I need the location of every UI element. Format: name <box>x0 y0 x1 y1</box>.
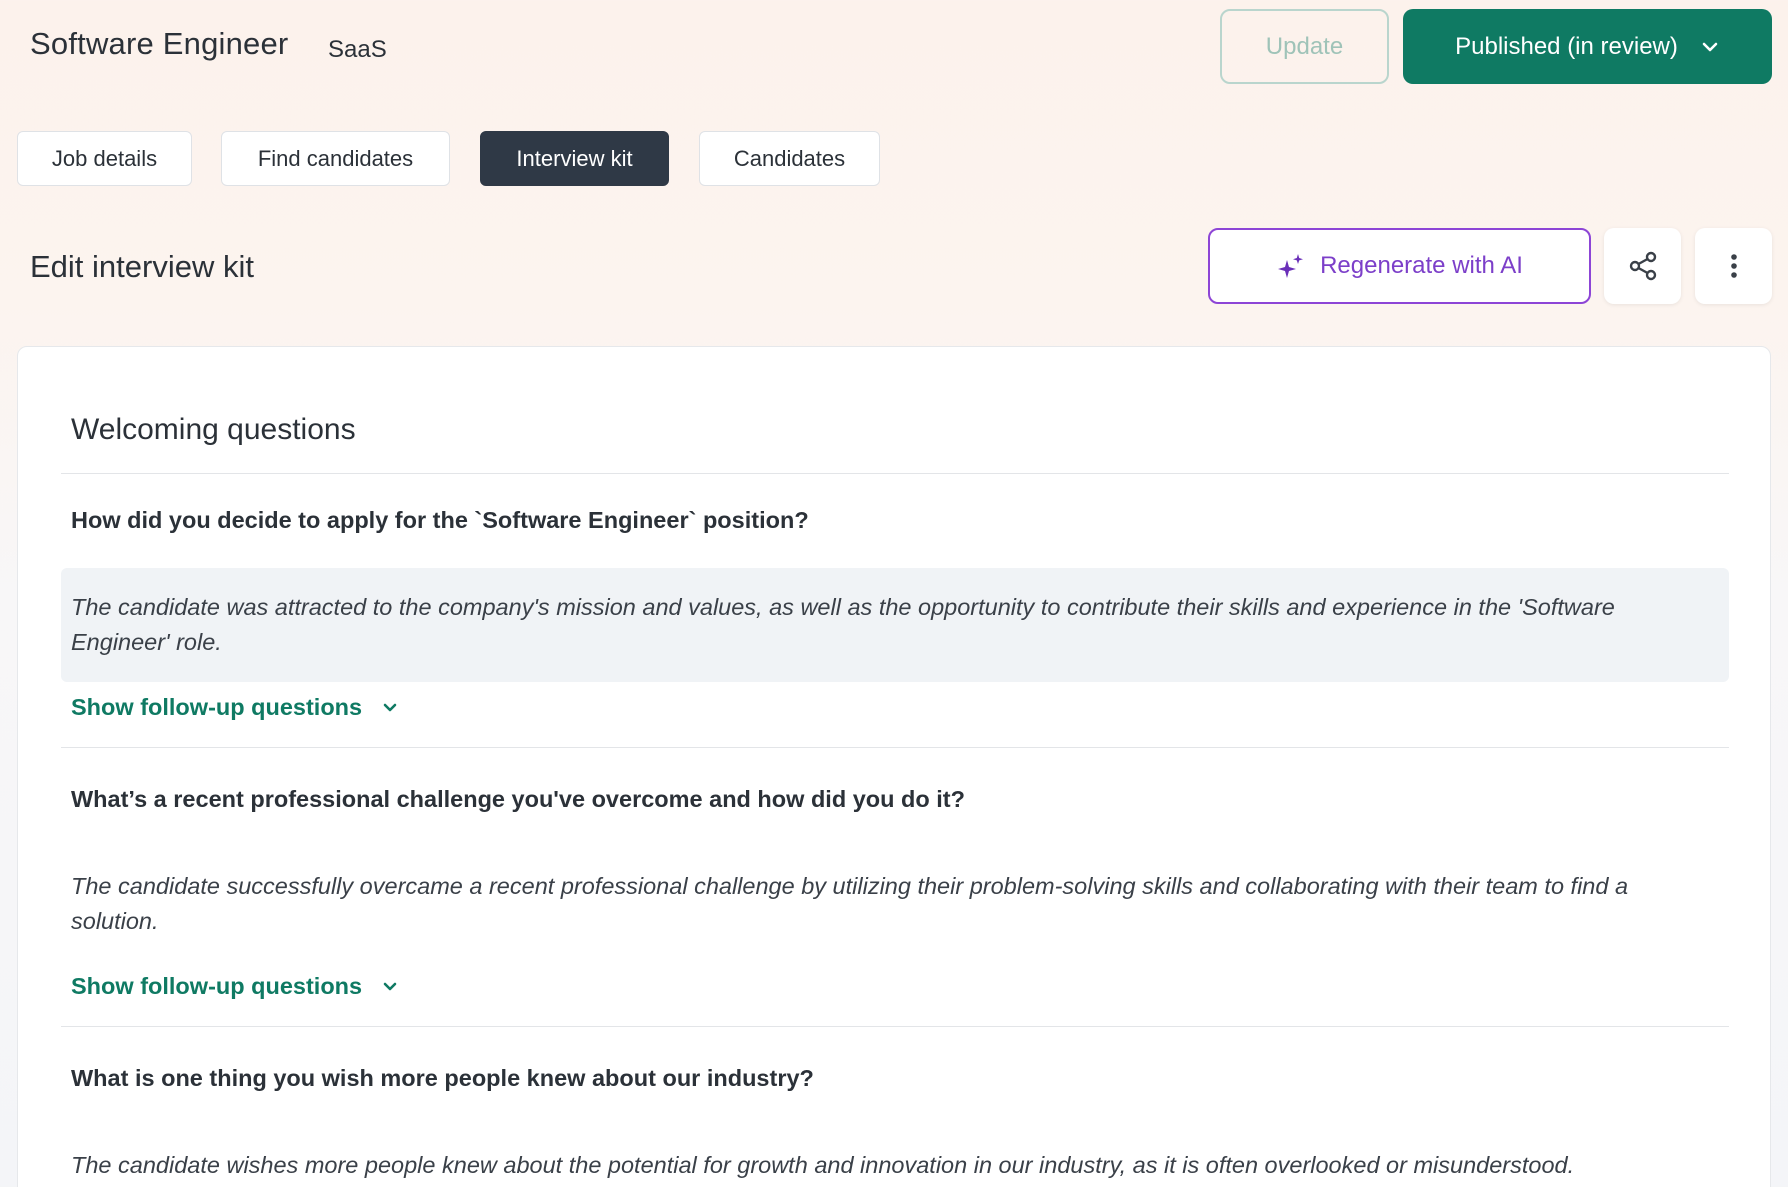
job-title: Software Engineer <box>30 26 289 61</box>
answer-text[interactable]: The candidate successfully overcame a re… <box>61 847 1729 961</box>
regenerate-label: Regenerate with AI <box>1320 252 1523 279</box>
answer-text[interactable]: The candidate was attracted to the compa… <box>61 568 1729 682</box>
chevron-down-icon <box>383 982 397 990</box>
show-followup-button[interactable]: Show follow-up questions <box>71 694 400 721</box>
divider <box>61 473 1729 474</box>
tab-find-candidates[interactable]: Find candidates <box>221 131 450 186</box>
more-options-button[interactable] <box>1695 228 1772 304</box>
more-vertical-icon <box>1730 254 1737 278</box>
share-button[interactable] <box>1604 228 1681 304</box>
tab-job-details[interactable]: Job details <box>17 131 192 186</box>
published-status-label: Published (in review) <box>1455 32 1678 60</box>
tab-interview-kit[interactable]: Interview kit <box>480 131 669 186</box>
regenerate-with-ai-button[interactable]: Regenerate with AI <box>1208 228 1591 304</box>
card-section-title: Welcoming questions <box>71 413 356 446</box>
divider <box>61 1026 1729 1027</box>
published-status-button[interactable]: Published (in review) <box>1403 9 1772 84</box>
update-button[interactable]: Update <box>1220 9 1389 84</box>
chevron-down-icon <box>383 703 397 711</box>
followup-label: Show follow-up questions <box>71 973 363 999</box>
answer-text[interactable]: The candidate wishes more people knew ab… <box>61 1126 1729 1187</box>
divider <box>61 747 1729 748</box>
tab-candidates[interactable]: Candidates <box>699 131 880 186</box>
job-category: SaaS <box>328 36 387 63</box>
question-text: What is one thing you wish more people k… <box>71 1065 814 1091</box>
show-followup-button[interactable]: Show follow-up questions <box>71 973 400 1000</box>
share-icon <box>1629 251 1656 281</box>
question-text: How did you decide to apply for the `Sof… <box>71 507 809 533</box>
question-text: What’s a recent professional challenge y… <box>71 786 965 812</box>
chevron-down-icon <box>1702 42 1718 51</box>
interview-kit-card: Welcoming questions How did you decide t… <box>17 346 1771 1187</box>
followup-label: Show follow-up questions <box>71 694 363 720</box>
page-title: Edit interview kit <box>30 249 254 284</box>
sparkles-icon <box>1278 254 1304 278</box>
